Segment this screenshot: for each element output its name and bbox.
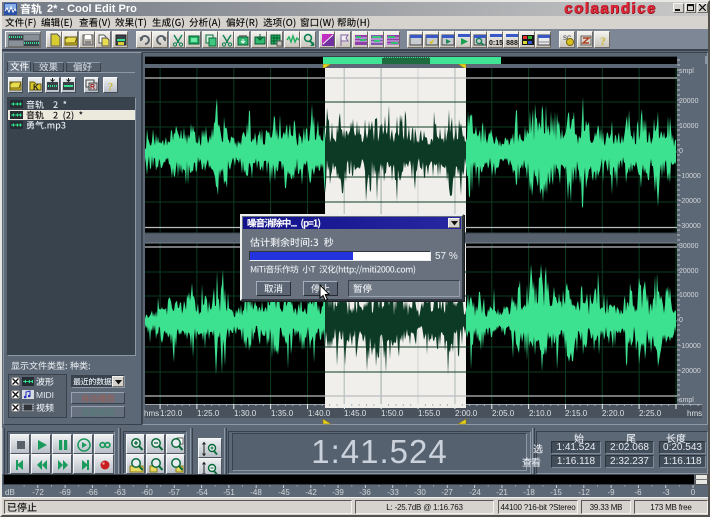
svg-text:MIDI: MIDI [36, 390, 54, 400]
